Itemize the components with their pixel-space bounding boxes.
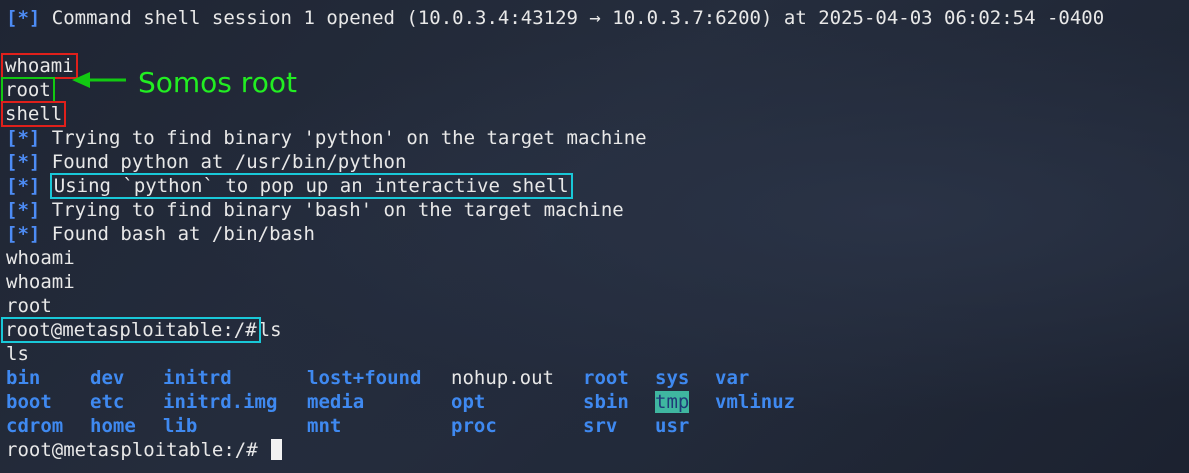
shell-command-line: shell	[0, 101, 1189, 127]
message-line: [*] Trying to find binary 'bash' on the …	[6, 198, 1189, 222]
session-opened-line: [*] Command shell session 1 opened (10.0…	[6, 6, 1189, 30]
shell-input-highlight: shell	[0, 101, 67, 127]
ls-entry-dir: sbin	[583, 391, 629, 413]
output-line: whoami	[6, 271, 75, 293]
status-tag: [*]	[6, 223, 41, 245]
session-opened-text: Command shell session 1 opened (10.0.3.4…	[51, 7, 1105, 29]
root-prompt-highlight: root@metasploitable:/#	[1, 317, 261, 343]
ls-entry-file: nohup.out	[451, 367, 554, 389]
ls-entry-dir: initrd	[163, 367, 232, 389]
ls-entry-dir: opt	[451, 391, 486, 413]
ls-entry-dir: bin	[6, 367, 41, 389]
ls-entry-dir: lib	[163, 415, 198, 437]
ls-entry-dir: home	[90, 415, 136, 437]
status-tag: [*]	[6, 151, 41, 173]
annotation-text: Somos root	[138, 66, 297, 99]
ls-entry-dir: proc	[451, 415, 497, 437]
ls-output: bin dev initrd lost+found nohup.out root…	[6, 366, 1189, 438]
tmp-entry-highlight: tmp	[655, 391, 690, 413]
python-shell-highlight: Using `python` to pop up an interactive …	[49, 173, 573, 199]
ls-entry-sticky-dir: tmp	[655, 390, 715, 414]
message-text: Found bash at /bin/bash	[51, 223, 315, 245]
ls-entry-dir: sys	[655, 367, 690, 389]
status-tag: [*]	[6, 7, 41, 29]
ls-entry-dir: initrd.img	[163, 391, 278, 413]
whoami-input-highlight: whoami	[1, 53, 78, 79]
status-tag: [*]	[6, 199, 41, 221]
message-line: [*] Using `python` to pop up an interact…	[6, 173, 1189, 199]
status-tag: [*]	[6, 127, 41, 149]
ls-entry-dir: boot	[6, 391, 52, 413]
message-text: Trying to find binary 'bash' on the targ…	[51, 199, 624, 221]
ls-entry-dir: srv	[583, 415, 618, 437]
status-tag: [*]	[6, 175, 41, 197]
arrow-left-icon	[72, 71, 128, 94]
message-text: Found python at /usr/bin/python	[51, 151, 407, 173]
message-text: Trying to find binary 'python' on the ta…	[51, 127, 647, 149]
ls-entry-dir: cdrom	[6, 415, 64, 437]
text-cursor	[271, 439, 283, 460]
prompt-line: root@metasploitable:/# ls	[1, 317, 1189, 343]
ls-entry-dir: root	[583, 367, 629, 389]
ls-entry-dir: lost+found	[307, 367, 422, 389]
somos-root-annotation: Somos root	[72, 66, 297, 99]
command-echo-line: ls	[6, 343, 29, 365]
ls-entry-dir: media	[307, 391, 365, 413]
ls-entry-dir: mnt	[307, 415, 342, 437]
ls-entry-dir: dev	[90, 367, 125, 389]
ls-entry-dir: usr	[655, 415, 690, 437]
output-line: whoami	[6, 247, 75, 269]
ls-entry-dir: etc	[90, 391, 125, 413]
ls-empty-cell	[715, 414, 815, 438]
prompt-command: ls	[258, 319, 282, 341]
final-prompt: root@metasploitable:/#	[6, 439, 258, 461]
message-line: [*] Found python at /usr/bin/python	[6, 150, 1189, 174]
output-line: root	[6, 295, 52, 317]
root-output-highlight: root	[1, 77, 55, 103]
message-line: [*] Trying to find binary 'python' on th…	[6, 126, 1189, 150]
message-line: [*] Found bash at /bin/bash	[6, 222, 1189, 246]
final-prompt-line[interactable]: root@metasploitable:/#	[6, 438, 1189, 462]
ls-entry-dir: vmlinuz	[715, 391, 796, 413]
ls-entry-dir: var	[715, 367, 750, 389]
